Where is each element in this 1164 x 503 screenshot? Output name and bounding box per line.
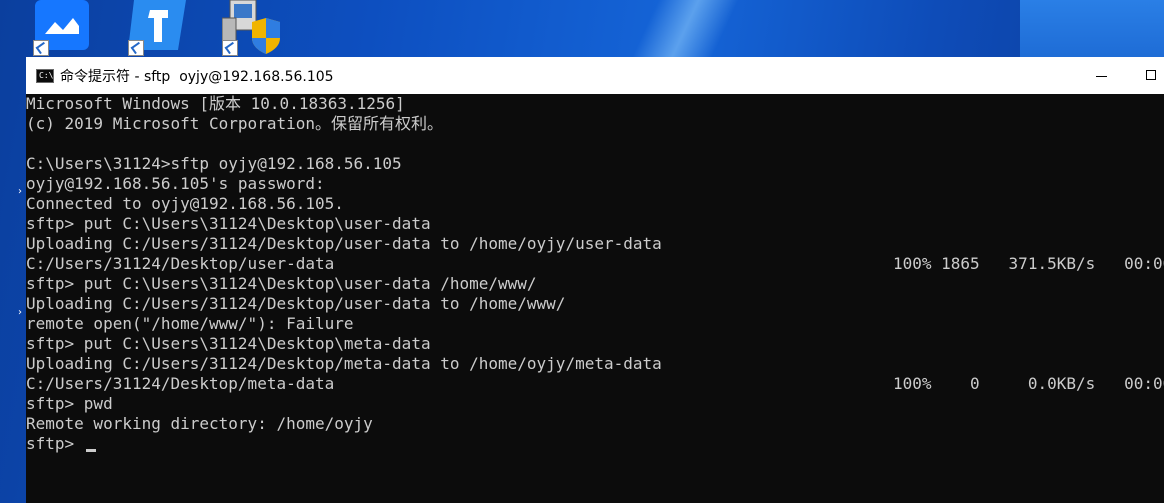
console-line: (c) 2019 Microsoft Corporation。保留所有权利。 — [26, 114, 443, 133]
text-cursor — [86, 449, 96, 452]
shortcut-arrow-icon — [128, 40, 144, 56]
console-line: Uploading C:/Users/31124/Desktop/user-da… — [26, 234, 662, 253]
console-line: C:\Users\31124>sftp oyjy@192.168.56.105 — [26, 154, 402, 173]
window-title: 命令提示符 - sftp oyjy@192.168.56.105 — [60, 69, 334, 85]
console-line: sftp> pwd — [26, 394, 113, 413]
installer-app-icon[interactable] — [221, 0, 280, 56]
maximize-button[interactable] — [1124, 57, 1164, 94]
console-line: Uploading C:/Users/31124/Desktop/meta-da… — [26, 354, 662, 373]
console-line: Microsoft Windows [版本 10.0.18363.1256] — [26, 94, 405, 113]
console-line: oyjy@192.168.56.105's password: — [26, 174, 325, 193]
minimize-button[interactable] — [1078, 57, 1124, 94]
desktop-chevron-icon: › — [18, 186, 22, 197]
console-prompt-line[interactable]: sftp> — [26, 434, 84, 454]
console-line: C:/Users/31124/Desktop/user-data 100% 18… — [26, 254, 1164, 273]
console-line: Remote working directory: /home/oyjy — [26, 414, 373, 433]
feishu-app-icon[interactable] — [33, 0, 89, 56]
console-line: C:/Users/31124/Desktop/meta-data 100% 0 … — [26, 374, 1164, 393]
console-line: sftp> put C:\Users\31124\Desktop\user-da… — [26, 214, 431, 233]
desktop-chevron-icon: › — [18, 307, 22, 318]
dingtalk-app-icon[interactable] — [128, 0, 186, 56]
console-output[interactable]: Microsoft Windows [版本 10.0.18363.1256] (… — [26, 94, 1164, 503]
command-prompt-window[interactable]: C:\ 命令提示符 - sftp oyjy@192.168.56.105 Mic… — [26, 57, 1164, 503]
console-line: Uploading C:/Users/31124/Desktop/user-da… — [26, 294, 566, 313]
console-line: Connected to oyjy@192.168.56.105. — [26, 194, 344, 213]
console-line: sftp> put C:\Users\31124\Desktop\user-da… — [26, 274, 537, 293]
cmd-app-icon: C:\ — [36, 69, 54, 83]
shortcut-arrow-icon — [33, 40, 49, 56]
console-line: sftp> put C:\Users\31124\Desktop\meta-da… — [26, 334, 431, 353]
window-titlebar[interactable]: C:\ 命令提示符 - sftp oyjy@192.168.56.105 — [26, 57, 1164, 94]
console-line: remote open("/home/www/"): Failure — [26, 314, 354, 333]
shortcut-arrow-icon — [222, 40, 238, 56]
